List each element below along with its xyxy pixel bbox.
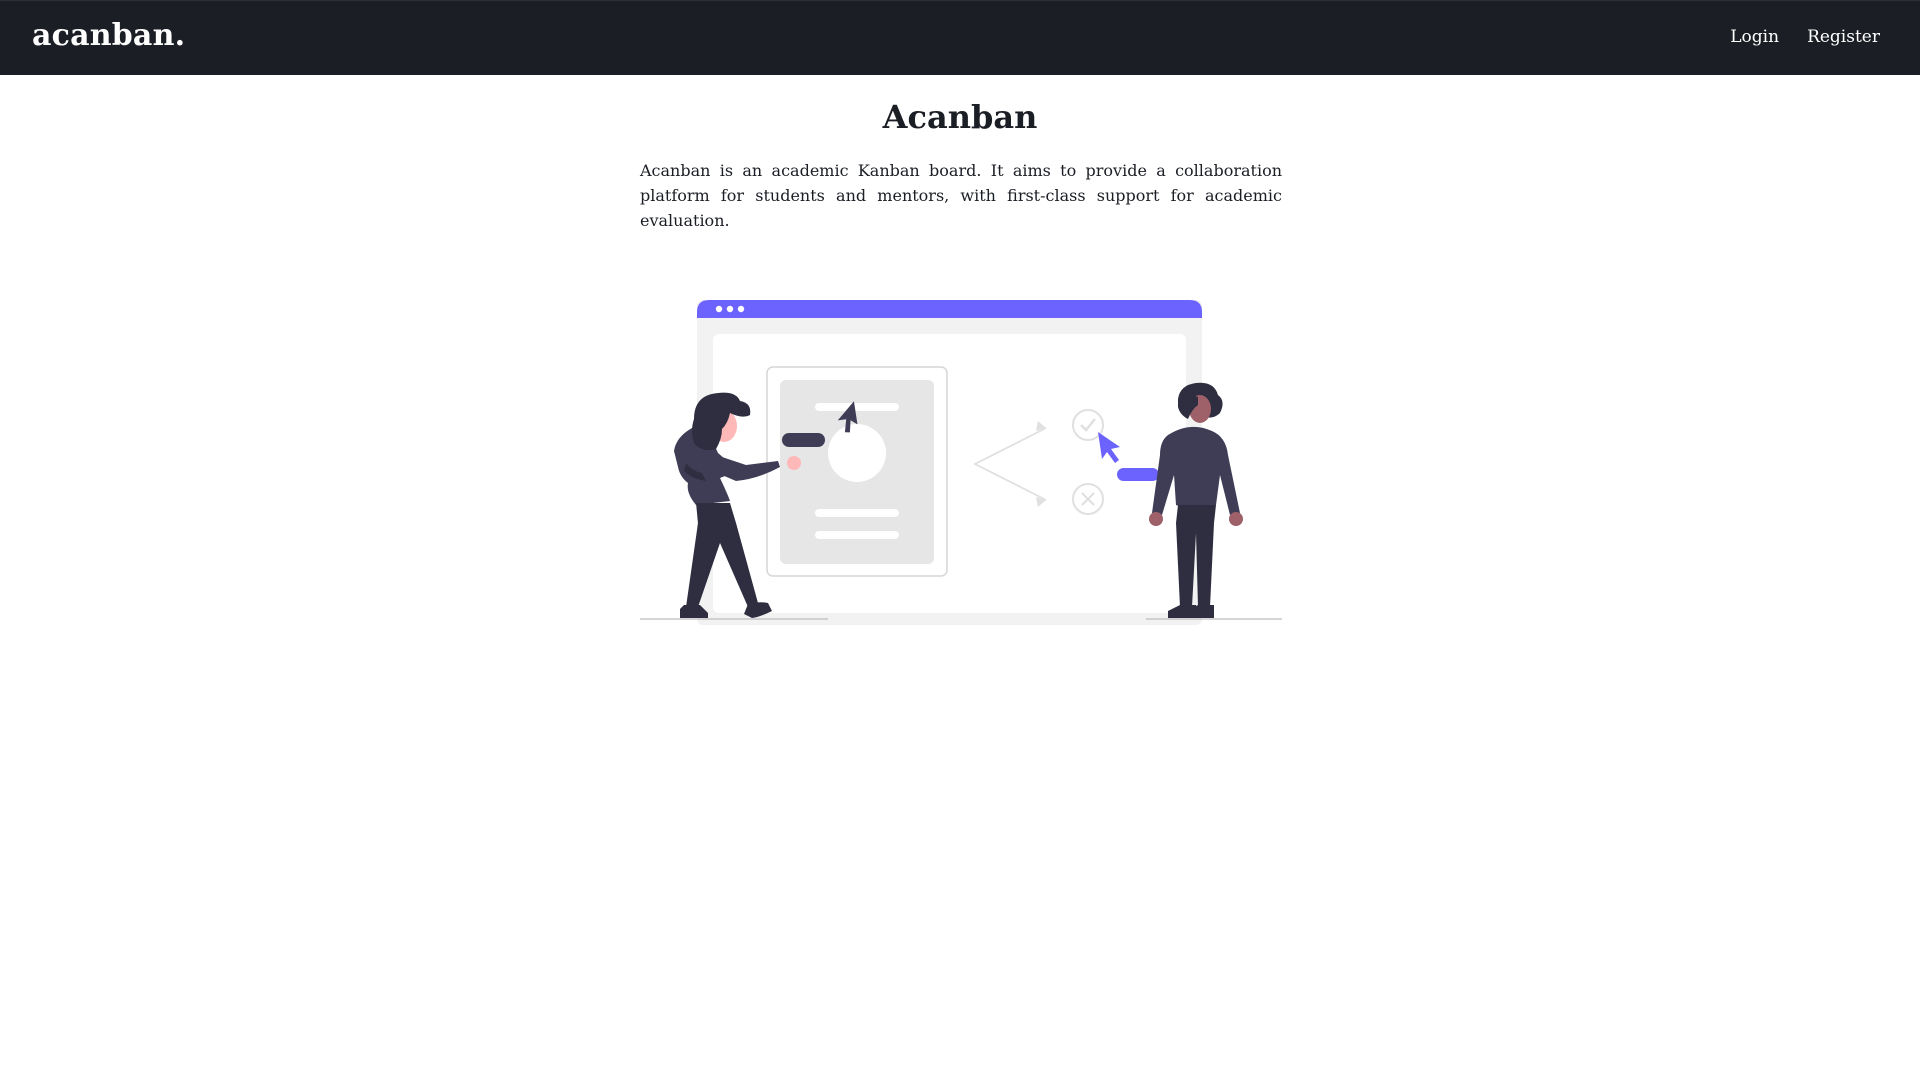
- register-link[interactable]: Register: [1807, 27, 1880, 47]
- page-title: Acanban: [882, 98, 1038, 136]
- brand-logo[interactable]: acanban.: [32, 18, 185, 53]
- collaboration-illustration: [640, 300, 1282, 625]
- login-link[interactable]: Login: [1730, 27, 1779, 47]
- cross-circle-icon: [1072, 483, 1104, 515]
- description: Acanban is an academic Kanban board. It …: [640, 161, 1282, 230]
- nav-links: Login Register: [1730, 27, 1880, 47]
- navbar: acanban. Login Register: [0, 0, 1920, 75]
- profile-card: [766, 366, 948, 577]
- check-circle-icon: [1072, 409, 1104, 441]
